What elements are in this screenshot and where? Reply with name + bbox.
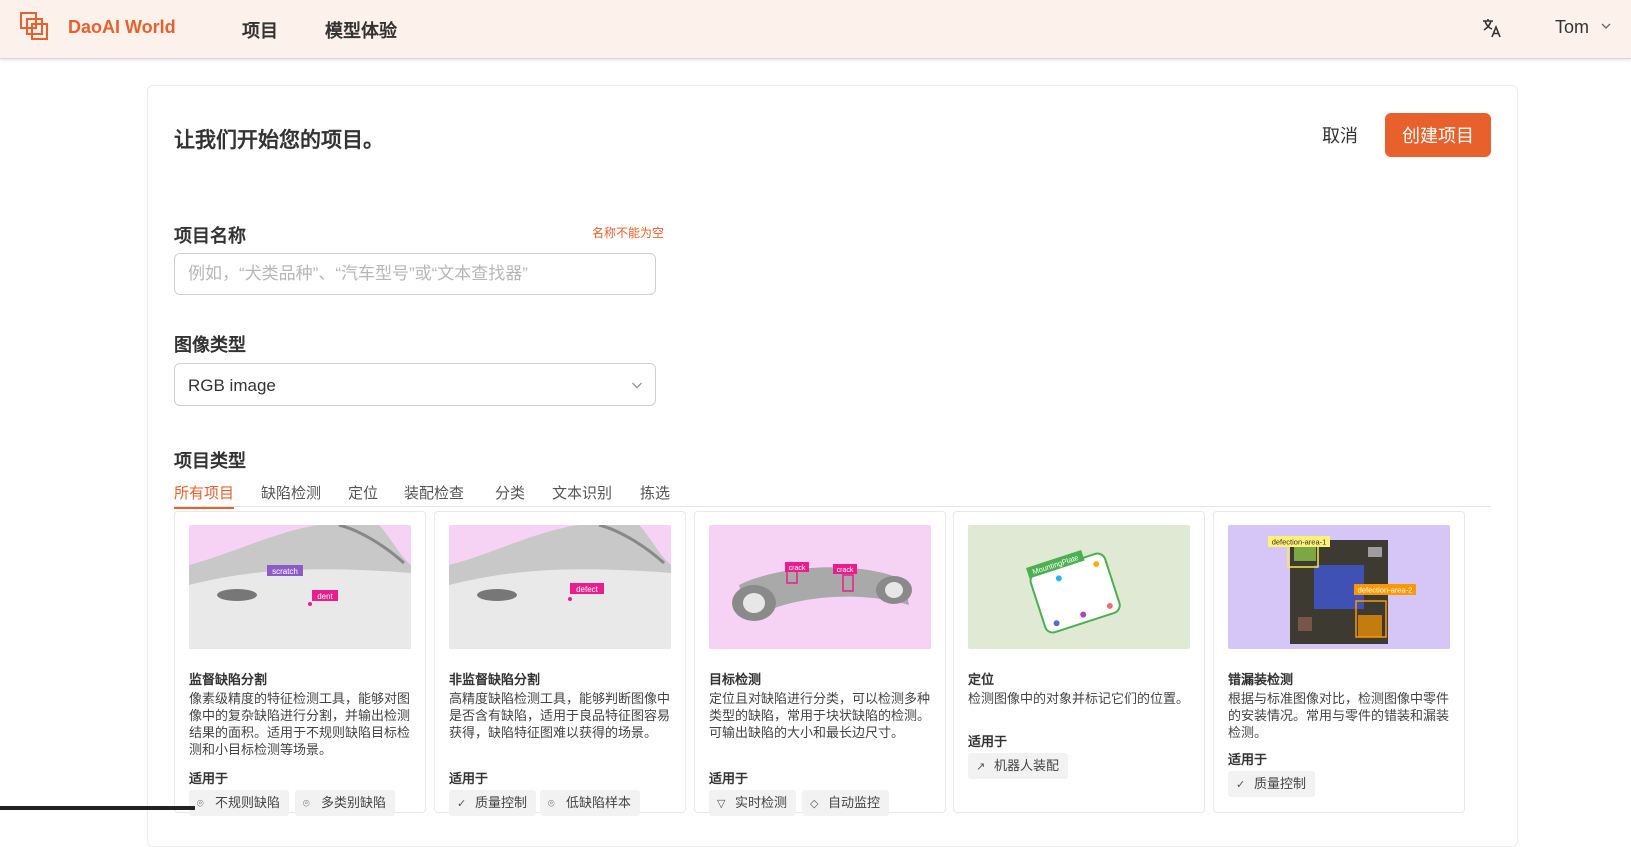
circuit-board-image: defection-area-1 defection-area-2 xyxy=(1228,525,1450,649)
user-menu[interactable]: Tom xyxy=(1555,17,1589,38)
name-error-message: 名称不能为空 xyxy=(592,226,665,240)
applies-to-label: 适用于 xyxy=(1228,752,1268,767)
tag-label: 不规则缺陷 xyxy=(215,795,281,810)
image-type-label: 图像类型 xyxy=(174,335,246,355)
card-thumbnail: defect xyxy=(449,525,671,649)
nav-projects[interactable]: 项目 xyxy=(242,17,278,43)
project-card-unsupervised-defect-segmentation[interactable]: defect 非监督缺陷分割 高精度缺陷检测工具，能够判断图像中是否含有缺陷，适… xyxy=(434,511,686,816)
tag-label: 实时检测 xyxy=(735,795,788,810)
thumb-label: defection-area-2 xyxy=(1358,586,1413,595)
tab-text-recognition[interactable]: 文本识别 xyxy=(552,482,612,507)
image-type-select[interactable]: RGB image xyxy=(174,363,656,406)
check-icon: ✓ xyxy=(1236,779,1246,791)
brand-name[interactable]: DaoAI World xyxy=(68,17,176,38)
page-title: 让我们开始您的项目。 xyxy=(174,129,384,152)
tag-chip: ⌾ 多类别缺陷 xyxy=(295,790,396,816)
tag-chip: ⌾ 不规则缺陷 xyxy=(189,790,290,816)
tag-chip: ▽ 实时检测 xyxy=(709,790,797,816)
logo-icon[interactable] xyxy=(19,11,49,41)
taskbar-edge xyxy=(0,806,195,810)
card-title: 监督缺陷分割 xyxy=(189,672,268,687)
project-type-tabs: 所有项目 缺陷检测 定位 装配检查 分类 文本识别 拣选 xyxy=(174,482,1491,509)
project-card-localization[interactable]: MountingPlate 定位 检测图像中的对象并标记它们的位置。 适用于 ↗… xyxy=(953,511,1205,813)
card-thumbnail: MountingPlate xyxy=(968,525,1190,649)
project-name-input[interactable] xyxy=(174,253,656,295)
tag-label: 自动监控 xyxy=(828,795,881,810)
applies-to-label: 适用于 xyxy=(968,734,1008,749)
card-title: 定位 xyxy=(968,672,995,687)
top-nav-bar: DaoAI World 项目 模型体验 Tom xyxy=(0,0,1631,59)
filter-icon: ▽ xyxy=(717,798,726,810)
car-door-image: defect xyxy=(449,525,671,649)
chevron-down-icon xyxy=(632,382,642,389)
tab-localization[interactable]: 定位 xyxy=(348,482,378,507)
thumb-label: defection-area-1 xyxy=(1272,538,1327,547)
create-project-button[interactable]: 创建项目 xyxy=(1385,113,1491,157)
tab-picking[interactable]: 拣选 xyxy=(640,482,670,507)
tag-label: 低缺陷样本 xyxy=(566,795,632,810)
applies-to-label: 适用于 xyxy=(449,771,489,786)
project-card-assembly-inspection[interactable]: defection-area-1 defection-area-2 错漏装检测 … xyxy=(1213,511,1465,813)
tab-classification[interactable]: 分类 xyxy=(495,482,525,507)
card-description: 定位且对缺陷进行分类，可以检测多种类型的缺陷，常用于块状缺陷的检测。可输出缺陷的… xyxy=(709,691,931,740)
robot-arm-icon: ↗ xyxy=(976,761,986,773)
project-card-object-detection[interactable]: crack crack 目标检测 定位且对缺陷进行分类，可以检测多种类型的缺陷，… xyxy=(694,511,946,816)
card-thumbnail: defection-area-1 defection-area-2 xyxy=(1228,525,1450,649)
tag-label: 质量控制 xyxy=(475,795,528,810)
translate-icon[interactable] xyxy=(1480,16,1504,40)
card-thumbnail: crack crack xyxy=(709,525,931,649)
tab-all-projects[interactable]: 所有项目 xyxy=(174,482,235,509)
scan-icon: ⌾ xyxy=(548,798,555,810)
tab-defect-detection[interactable]: 缺陷检测 xyxy=(261,482,321,507)
card-description: 高精度缺陷检测工具，能够判断图像中是否含有缺陷，适用于良品特征图容易获得，缺陷特… xyxy=(449,691,671,740)
scan-icon: ⌾ xyxy=(197,798,204,810)
chevron-down-icon[interactable] xyxy=(1600,20,1612,32)
card-thumbnail: scratch dent xyxy=(189,525,411,649)
card-title: 错漏装检测 xyxy=(1228,672,1294,687)
tag-label: 多类别缺陷 xyxy=(321,795,387,810)
tag-icon: ◇ xyxy=(810,798,819,810)
scan-icon: ⌾ xyxy=(303,798,310,810)
project-type-label: 项目类型 xyxy=(174,451,246,471)
check-icon: ✓ xyxy=(457,798,467,810)
tag-label: 机器人装配 xyxy=(994,758,1060,773)
tag-chip: ↗ 机器人装配 xyxy=(968,753,1069,779)
tag-chip: ✓ 质量控制 xyxy=(1228,771,1316,797)
card-description: 检测图像中的对象并标记它们的位置。 xyxy=(968,691,1190,706)
tag-chip: ⌾ 低缺陷样本 xyxy=(540,790,641,816)
tag-chip: ◇ 自动监控 xyxy=(802,790,890,816)
thumb-label: scratch xyxy=(272,567,298,576)
cancel-button[interactable]: 取消 xyxy=(1312,113,1368,157)
card-description: 根据与标准图像对比，检测图像中零件的安装情况。常用与零件的错装和漏装检测。 xyxy=(1228,691,1450,740)
car-door-image: scratch dent xyxy=(189,525,411,649)
pipe-part-image: crack crack xyxy=(709,525,931,649)
nav-model-experience[interactable]: 模型体验 xyxy=(325,17,397,43)
tab-assembly-check[interactable]: 装配检查 xyxy=(404,482,464,507)
tag-label: 质量控制 xyxy=(1254,776,1307,791)
tag-chip: ✓ 质量控制 xyxy=(449,790,537,816)
card-description: 像素级精度的特征检测工具，能够对图像中的复杂缺陷进行分割，并输出检测结果的面积。… xyxy=(189,691,411,757)
image-type-value: RGB image xyxy=(188,376,276,395)
applies-to-label: 适用于 xyxy=(709,771,749,786)
thumb-label: crack xyxy=(837,567,854,574)
thumb-label: defect xyxy=(576,585,599,594)
card-title: 非监督缺陷分割 xyxy=(449,672,541,687)
project-name-label: 项目名称 xyxy=(174,226,246,246)
project-card-supervised-defect-segmentation[interactable]: scratch dent 监督缺陷分割 像素级精度的特征检测工具，能够对图像中的… xyxy=(174,511,426,816)
thumb-label: crack xyxy=(789,565,806,572)
applies-to-label: 适用于 xyxy=(189,771,229,786)
mounting-plate-image: MountingPlate xyxy=(968,525,1190,649)
card-title: 目标检测 xyxy=(709,672,762,687)
thumb-label: dent xyxy=(317,592,333,601)
